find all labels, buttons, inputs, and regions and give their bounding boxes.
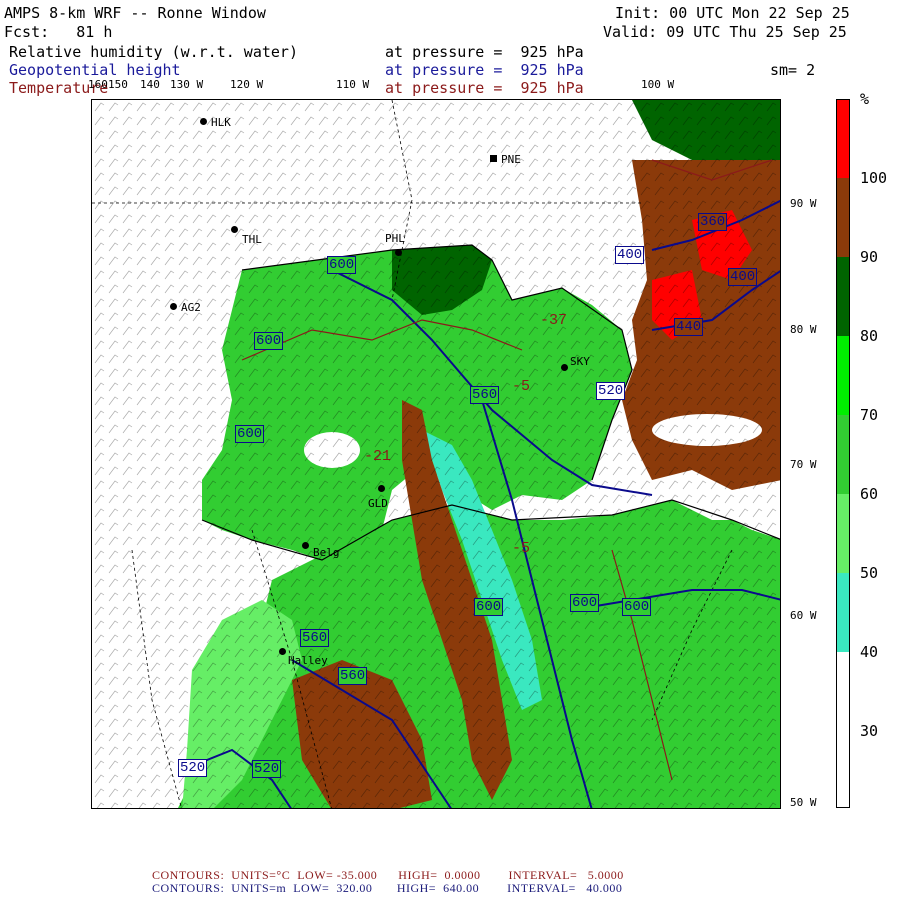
lat-label: 50 W <box>790 796 817 809</box>
station-marker[interactable] <box>231 226 238 233</box>
station-label: GLD <box>368 497 388 510</box>
height-label: 520 <box>252 760 282 778</box>
station-label: PHL <box>385 232 405 245</box>
height-label: 360 <box>698 213 728 231</box>
height-label: 520 <box>178 759 208 777</box>
colorbar-swatch <box>837 257 849 336</box>
station-label: THL <box>242 233 262 246</box>
init-time: Init: 00 UTC Mon 22 Sep 25 <box>615 4 850 22</box>
station-label: PNE <box>501 153 521 166</box>
height-label: 600 <box>254 332 284 350</box>
colorbar-label: 60 <box>860 485 879 503</box>
height-label: 400 <box>615 246 645 264</box>
colorbar-swatch <box>837 573 849 652</box>
lon-label: 150 <box>108 78 128 91</box>
temp-label: -5 <box>512 540 531 557</box>
height-label: 600 <box>474 598 504 616</box>
field-rh-name: Relative humidity (w.r.t. water) <box>9 43 298 61</box>
station-label: Halley <box>288 654 328 667</box>
station-marker[interactable] <box>378 485 385 492</box>
lon-label: 130 W <box>170 78 204 91</box>
colorbar-swatch <box>837 494 849 573</box>
temp-label: -37 <box>540 312 568 329</box>
lat-label: 70 W <box>790 458 817 471</box>
colorbar-label: 40 <box>860 643 879 661</box>
lat-label: 80 W <box>790 323 817 336</box>
footer-height-contours: CONTOURS: UNITS=m LOW= 320.00 HIGH= 640.… <box>152 881 623 895</box>
field-temp-level: at pressure = 925 hPa <box>385 79 584 97</box>
field-height-level: at pressure = 925 hPa <box>385 61 584 79</box>
map-title: AMPS 8-km WRF -- Ronne Window <box>4 4 266 22</box>
lon-label: 160 <box>88 78 108 91</box>
forecast-hour: Fcst: 81 h <box>4 23 113 41</box>
station-marker[interactable] <box>200 118 207 125</box>
height-label: 560 <box>338 667 368 685</box>
height-label: 560 <box>300 629 330 647</box>
height-label: 400 <box>728 268 758 286</box>
height-label: 520 <box>596 382 626 400</box>
colorbar-label: 90 <box>860 248 879 266</box>
station-label: AG2 <box>181 301 201 314</box>
colorbar-label: 100 <box>860 169 888 187</box>
field-rh-level: at pressure = 925 hPa <box>385 43 584 61</box>
station-marker[interactable] <box>561 364 568 371</box>
map-panel[interactable]: 600 600 600 400 360 400 440 520 560 600 … <box>91 99 781 809</box>
station-label: SKY <box>570 355 590 368</box>
colorbar-swatch <box>837 652 849 731</box>
field-height-name: Geopotential height <box>9 61 181 79</box>
height-label: 440 <box>674 318 704 336</box>
station-marker[interactable] <box>279 648 286 655</box>
colorbar-unit: % <box>860 90 870 108</box>
smoothing-label: sm= 2 <box>770 61 816 79</box>
height-label: 600 <box>327 256 357 274</box>
lon-label: 110 W <box>336 78 370 91</box>
height-label: 600 <box>622 598 652 616</box>
station-label: Belg <box>313 546 340 559</box>
station-marker[interactable] <box>170 303 177 310</box>
colorbar <box>836 99 850 808</box>
height-label: 600 <box>570 594 600 612</box>
colorbar-label: 50 <box>860 564 879 582</box>
station-marker[interactable] <box>302 542 309 549</box>
lat-label: 60 W <box>790 609 817 622</box>
colorbar-swatch <box>837 336 849 415</box>
colorbar-swatch <box>837 100 849 178</box>
station-marker[interactable] <box>395 249 402 256</box>
wind-barbs <box>92 100 780 808</box>
temp-label: -5 <box>512 378 531 395</box>
colorbar-swatch <box>837 178 849 257</box>
colorbar-swatch <box>837 415 849 494</box>
valid-time: Valid: 09 UTC Thu 25 Sep 25 <box>603 23 847 41</box>
lon-label: 140 <box>140 78 160 91</box>
height-label: 600 <box>235 425 265 443</box>
map-canvas <box>92 100 780 808</box>
colorbar-label: 30 <box>860 722 879 740</box>
colorbar-label: 70 <box>860 406 879 424</box>
station-marker[interactable] <box>490 155 497 162</box>
colorbar-swatch <box>837 731 849 807</box>
height-label: 560 <box>470 386 500 404</box>
lat-label: 90 W <box>790 197 817 210</box>
temp-label: -21 <box>364 448 392 465</box>
lon-label: 100 W <box>641 78 675 91</box>
colorbar-label: 80 <box>860 327 879 345</box>
lon-label: 120 W <box>230 78 264 91</box>
station-label: HLK <box>211 116 231 129</box>
